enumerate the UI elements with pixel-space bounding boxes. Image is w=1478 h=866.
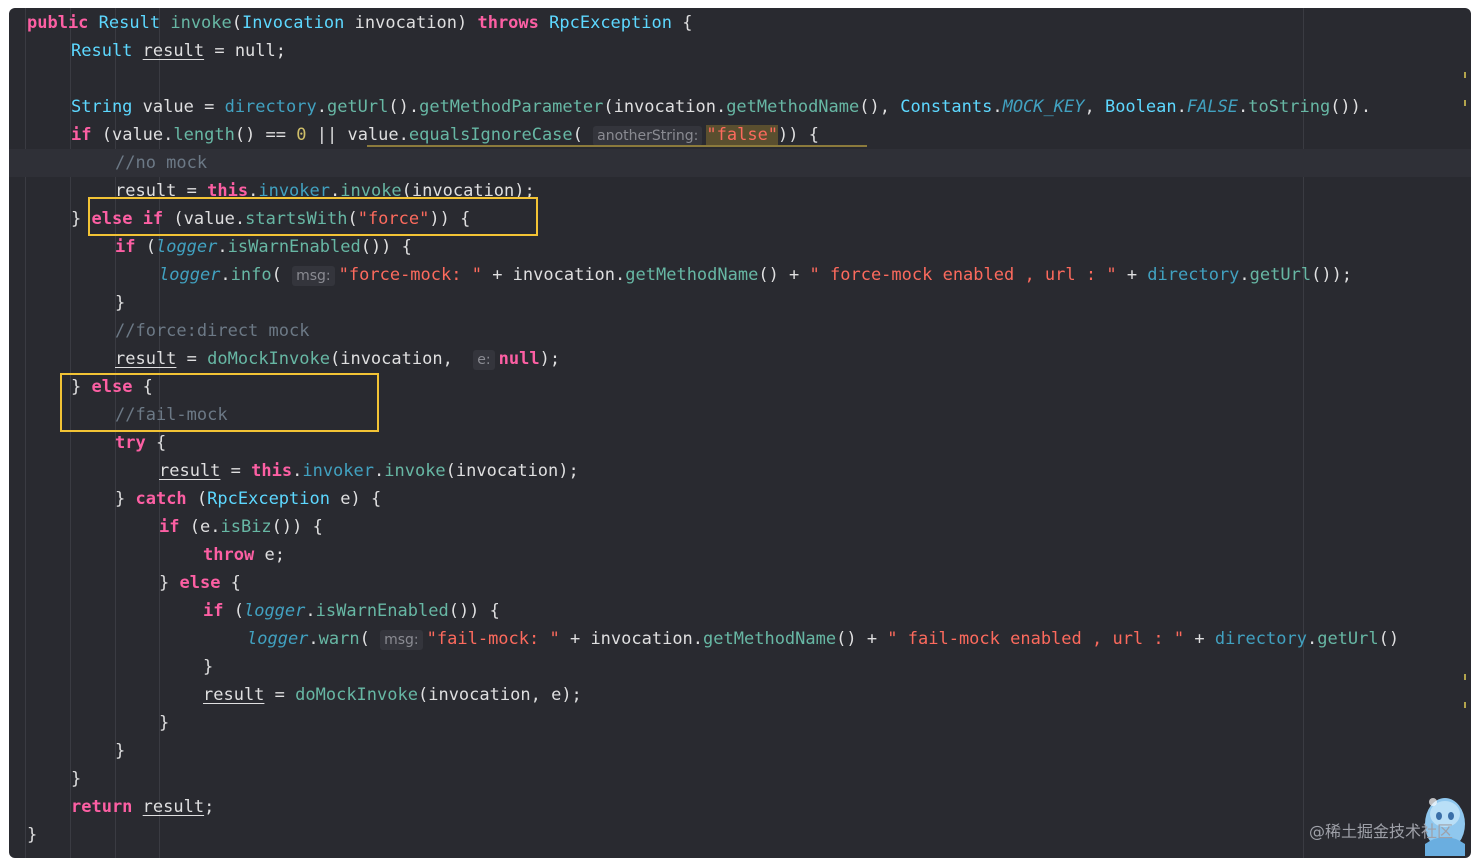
parameter-hint: msg: xyxy=(292,266,335,286)
code-line: } else { xyxy=(9,569,1471,597)
highlight-box-else-if-force xyxy=(88,197,538,236)
parameter-hint: msg: xyxy=(380,630,423,650)
code-line: logger.warn( msg: "fail-mock: " + invocat… xyxy=(9,625,1471,653)
code-line: if (e.isBiz()) { xyxy=(9,513,1471,541)
parameter-hint: anotherString: xyxy=(593,126,703,146)
code-line: Result result = null; xyxy=(9,37,1471,65)
code-line: return result; xyxy=(9,793,1471,821)
code-line: } xyxy=(9,709,1471,737)
code-text: result = this.invoker.invoke(invocation)… xyxy=(159,461,579,481)
code-text: if (logger.isWarnEnabled()) { xyxy=(115,237,412,257)
code-text: if (logger.isWarnEnabled()) { xyxy=(203,601,500,621)
code-line-current: //no mock xyxy=(9,149,1471,177)
code-editor[interactable]: public Result invoke(Invocation invocati… xyxy=(9,8,1471,858)
code-text: //no mock xyxy=(115,153,208,173)
scrollbar-marker xyxy=(1464,72,1466,78)
code-line: try { xyxy=(9,429,1471,457)
code-text: //force:direct mock xyxy=(115,321,310,341)
code-text: } xyxy=(159,713,170,733)
code-line: } xyxy=(9,821,1471,849)
code-text: } else { xyxy=(159,573,241,593)
code-text: Result result = null; xyxy=(71,41,287,61)
code-text: } xyxy=(115,741,126,761)
warning-underline xyxy=(367,145,867,147)
code-text: try { xyxy=(115,433,167,453)
code-text: throw e; xyxy=(203,545,285,565)
code-line: logger.info( msg: "force-mock: " + invoca… xyxy=(9,261,1471,289)
code-line: } xyxy=(9,289,1471,317)
code-lines: public Result invoke(Invocation invocati… xyxy=(9,8,1471,858)
code-line: if (logger.isWarnEnabled()) { xyxy=(9,233,1471,261)
code-text: String value = directory.getUrl().getMet… xyxy=(71,97,1372,117)
code-text: } xyxy=(203,657,214,677)
code-line: //force:direct mock xyxy=(9,317,1471,345)
code-text: } catch (RpcException e) { xyxy=(115,489,382,509)
code-text: } xyxy=(71,769,82,789)
code-line: result = doMockInvoke(invocation, e: null… xyxy=(9,345,1471,373)
code-line: } xyxy=(9,765,1471,793)
code-line: throw e; xyxy=(9,541,1471,569)
code-text: result = doMockInvoke(invocation, e: null… xyxy=(115,349,561,370)
code-line: result = doMockInvoke(invocation, e); xyxy=(9,681,1471,709)
code-text: } xyxy=(115,293,126,313)
watermark: @稀土掘金技术社区 xyxy=(1308,822,1453,841)
code-text: } xyxy=(27,825,38,845)
highlight-box-else-fail-mock xyxy=(60,373,379,432)
code-line: if (logger.isWarnEnabled()) { xyxy=(9,597,1471,625)
parameter-hint: e: xyxy=(473,350,495,370)
scrollbar-marker xyxy=(1464,702,1466,708)
code-text: result = doMockInvoke(invocation, e); xyxy=(203,685,582,705)
code-line: result = this.invoker.invoke(invocation)… xyxy=(9,457,1471,485)
code-line: } xyxy=(9,653,1471,681)
scrollbar-marker xyxy=(1464,100,1466,106)
code-text: if (e.isBiz()) { xyxy=(159,517,323,537)
code-text: return result; xyxy=(71,797,215,817)
code-text: logger.info( msg: "force-mock: " + invoca… xyxy=(159,265,1353,286)
code-line: } catch (RpcException e) { xyxy=(9,485,1471,513)
scrollbar-marker xyxy=(1464,674,1466,680)
code-line: String value = directory.getUrl().getMet… xyxy=(9,93,1471,121)
code-text: public Result invoke(Invocation invocati… xyxy=(27,13,693,33)
code-line: public Result invoke(Invocation invocati… xyxy=(9,9,1471,37)
code-text: logger.warn( msg: "fail-mock: " + invocat… xyxy=(247,629,1400,650)
code-line: } xyxy=(9,737,1471,765)
